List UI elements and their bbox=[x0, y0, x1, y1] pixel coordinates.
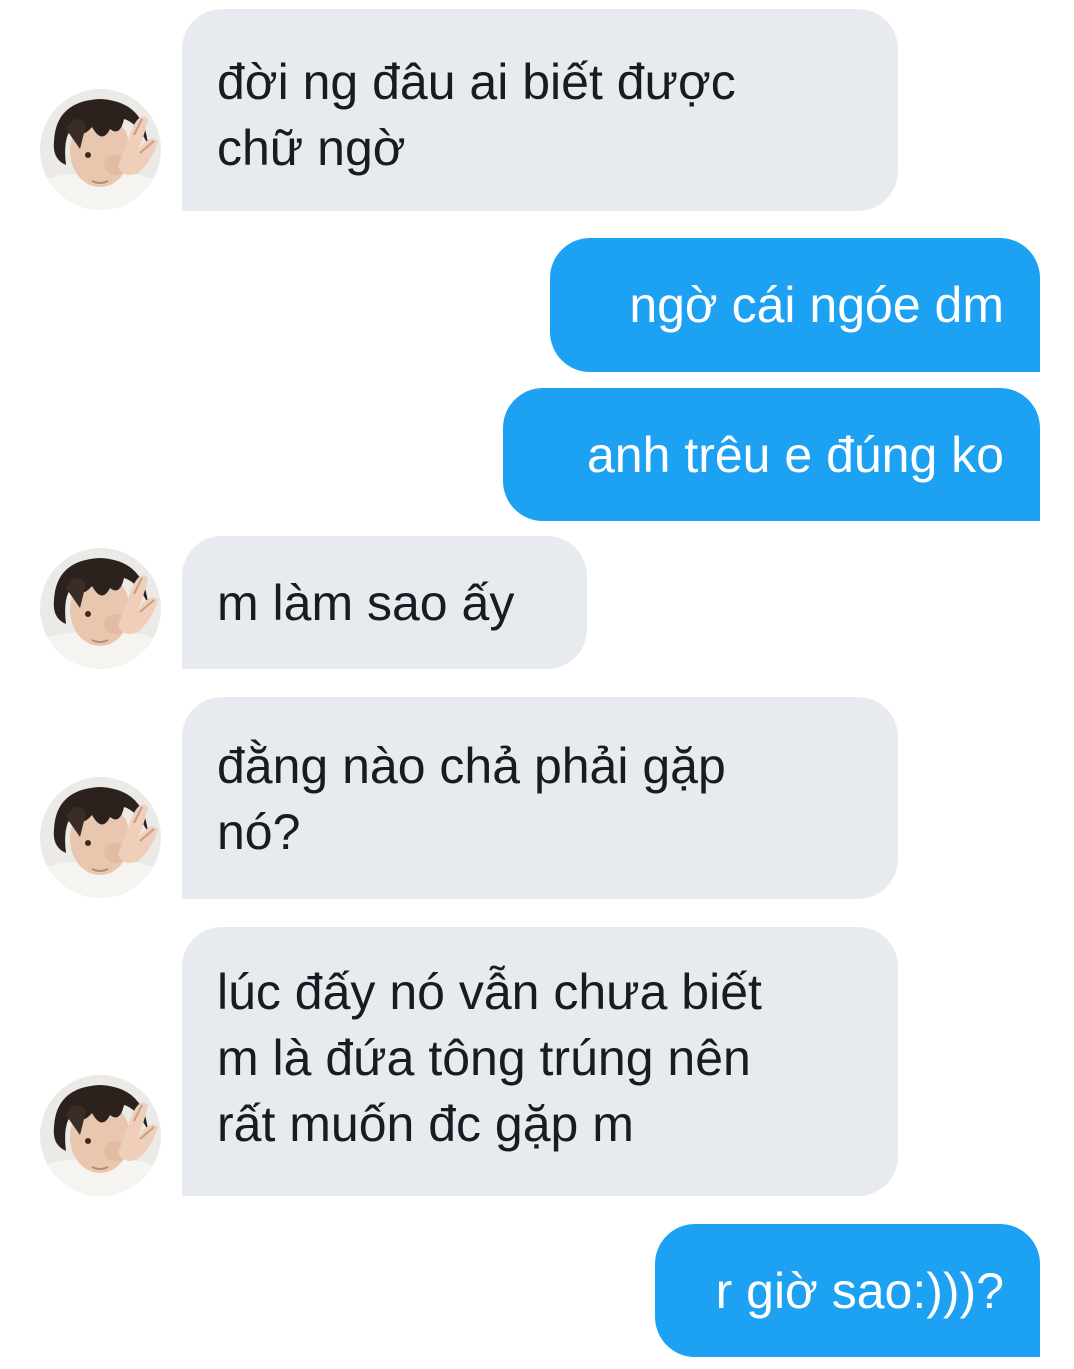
outgoing-message-bubble[interactable]: r giờ sao:)))? bbox=[655, 1224, 1040, 1357]
message-text-line: nó? bbox=[217, 804, 301, 860]
incoming-message-bubble[interactable]: đời ng đâu ai biết được chữ ngờ bbox=[182, 9, 898, 211]
contact-avatar[interactable] bbox=[40, 1075, 161, 1196]
avatar-icon bbox=[40, 1075, 161, 1196]
message-text-line: rất muốn đc gặp m bbox=[217, 1096, 634, 1152]
message-text-line: đời ng đâu ai biết được bbox=[217, 54, 736, 110]
message-text: anh trêu e đúng ko bbox=[587, 426, 1004, 483]
avatar-icon bbox=[40, 89, 161, 210]
message-text-line: m là đứa tông trúng nên bbox=[217, 1030, 751, 1086]
message-text-line: lúc đấy nó vẫn chưa biết bbox=[217, 964, 762, 1020]
contact-avatar[interactable] bbox=[40, 777, 161, 898]
outgoing-message-bubble[interactable]: ngờ cái ngóe dm bbox=[550, 238, 1040, 372]
message-text-line: m làm sao ấy bbox=[217, 575, 515, 631]
message-thread: đời ng đâu ai biết được chữ ngờ ngờ cái … bbox=[0, 0, 1074, 1369]
message-text: r giờ sao:)))? bbox=[715, 1262, 1004, 1319]
message-text-line: đằng nào chả phải gặp bbox=[217, 738, 726, 794]
incoming-message-bubble[interactable]: m làm sao ấy bbox=[182, 536, 587, 669]
incoming-message-bubble[interactable]: lúc đấy nó vẫn chưa biết m là đứa tông t… bbox=[182, 927, 898, 1196]
avatar-icon bbox=[40, 777, 161, 898]
incoming-message-bubble[interactable]: đằng nào chả phải gặp nó? bbox=[182, 697, 898, 899]
outgoing-message-bubble[interactable]: anh trêu e đúng ko bbox=[503, 388, 1040, 521]
message-text: ngờ cái ngóe dm bbox=[629, 277, 1004, 333]
contact-avatar[interactable] bbox=[40, 548, 161, 669]
avatar-icon bbox=[40, 548, 161, 669]
contact-avatar[interactable] bbox=[40, 89, 161, 210]
message-text-line: chữ ngờ bbox=[217, 120, 406, 176]
